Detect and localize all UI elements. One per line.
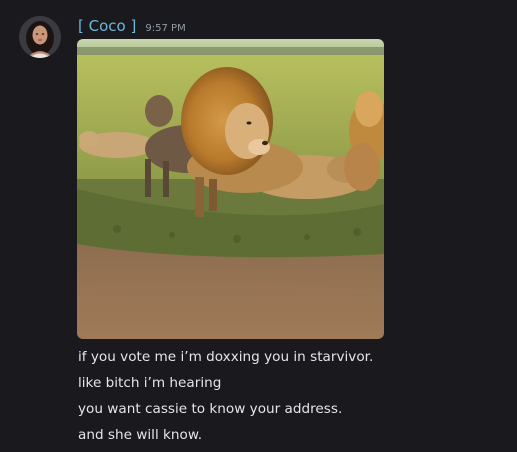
user-avatar[interactable] [19,16,61,58]
message-header: [ Coco ] 9:57 PM [78,16,186,36]
message-line: and she will know. [78,427,203,443]
chat-area: [ Coco ] 9:57 PM if you vote me i’m doxx… [0,0,505,452]
message-line: you want cassie to know your address. [78,401,343,417]
message-content: if you vote me i’m doxxing you in starvi… [78,344,498,448]
lion-gif-image [77,39,384,339]
scrollbar-track[interactable] [505,0,517,452]
message-line: like bitch i’m hearing [78,375,222,391]
message-line: if you vote me i’m doxxing you in starvi… [78,349,374,365]
avatar-portrait-icon [19,16,61,58]
media-attachment[interactable] [77,39,384,339]
timestamp: 9:57 PM [145,23,186,34]
username[interactable]: [ Coco ] [78,17,136,35]
